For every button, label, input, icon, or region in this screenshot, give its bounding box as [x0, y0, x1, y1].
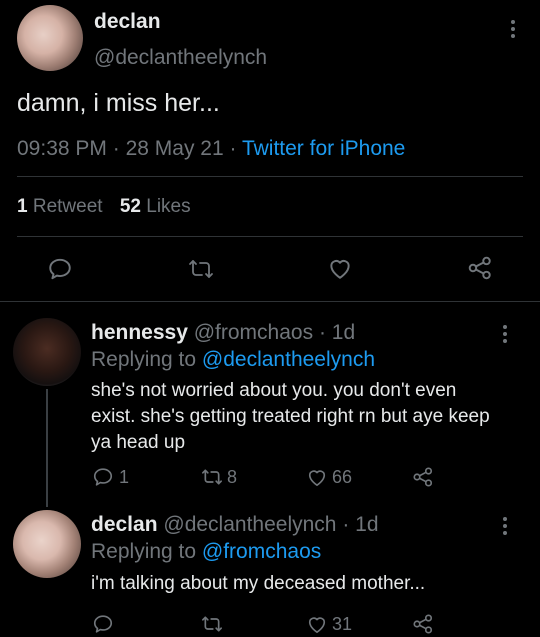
- avatar[interactable]: [13, 318, 81, 386]
- thread-line: [46, 389, 48, 507]
- retweet-icon[interactable]: [187, 257, 215, 281]
- retweet-icon[interactable]: [200, 467, 224, 487]
- like-icon[interactable]: [306, 614, 328, 634]
- reply-text: she's not worried about you. you don't e…: [91, 380, 490, 453]
- more-options-icon[interactable]: [510, 17, 516, 41]
- author-handle[interactable]: @declantheelynch: [94, 46, 267, 70]
- like-icon[interactable]: [327, 256, 353, 280]
- stats-retweets[interactable]: 1 Retweet: [17, 196, 108, 217]
- author-name[interactable]: declan: [91, 513, 158, 536]
- divider: [17, 236, 523, 237]
- reply-icon[interactable]: [47, 256, 73, 282]
- reply-icon[interactable]: [92, 613, 114, 635]
- share-icon[interactable]: [412, 466, 434, 488]
- more-options-icon[interactable]: [502, 322, 508, 346]
- tweet-meta: 09:38 PM · 28 May 21 · Twitter for iPhon…: [17, 137, 405, 161]
- tweet-date: 28 May 21: [125, 137, 224, 160]
- meta-separator: ·: [229, 137, 237, 160]
- likes-label: Likes: [146, 196, 191, 217]
- avatar[interactable]: [13, 510, 81, 578]
- reply-age: 1d: [331, 321, 356, 344]
- share-icon[interactable]: [467, 255, 493, 281]
- author-handle[interactable]: @fromchaos: [194, 321, 313, 344]
- retweets-label: Retweet: [32, 196, 103, 217]
- share-icon[interactable]: [412, 613, 434, 635]
- replying-to: Replying to @fromchaos: [91, 540, 321, 564]
- retweet-count: 8: [227, 467, 238, 487]
- replying-to-label: Replying to: [91, 348, 197, 371]
- stats-likes[interactable]: 52 Likes: [120, 196, 191, 217]
- like-icon[interactable]: [306, 467, 328, 487]
- reply-count: 1: [119, 467, 130, 487]
- header-separator: ·: [342, 513, 350, 536]
- more-options-icon[interactable]: [502, 514, 508, 538]
- author-name[interactable]: declan: [94, 10, 161, 34]
- header-separator: ·: [318, 321, 326, 344]
- replying-to-handle[interactable]: @declantheelynch: [202, 348, 375, 371]
- replying-to-handle[interactable]: @fromchaos: [202, 540, 321, 563]
- reply-icon[interactable]: [92, 466, 114, 488]
- replying-to: Replying to @declantheelynch: [91, 348, 375, 372]
- retweet-icon[interactable]: [200, 614, 224, 634]
- like-count: 66: [332, 467, 353, 487]
- reply-age: 1d: [355, 513, 379, 536]
- reply-header: declan @declantheelynch · 1d: [91, 513, 379, 537]
- reply-text: i'm talking about my deceased mother...: [91, 573, 426, 594]
- divider: [17, 176, 523, 177]
- author-name[interactable]: hennessy: [91, 321, 188, 344]
- tweet-text: damn, i miss her...: [17, 89, 220, 117]
- divider: [0, 301, 540, 302]
- meta-separator: ·: [112, 137, 120, 160]
- tweet-stats: 1 Retweet 52 Likes: [17, 196, 191, 218]
- tweet-source-link[interactable]: Twitter for iPhone: [242, 137, 405, 160]
- retweets-count: 1: [17, 196, 28, 217]
- replying-to-label: Replying to: [91, 540, 197, 563]
- tweet-time: 09:38 PM: [17, 137, 107, 160]
- avatar[interactable]: [17, 5, 83, 71]
- reply-header: hennessy @fromchaos · 1d: [91, 321, 355, 345]
- likes-count: 52: [119, 196, 141, 217]
- author-handle[interactable]: @declantheelynch: [163, 513, 336, 536]
- like-count: 31: [332, 614, 353, 634]
